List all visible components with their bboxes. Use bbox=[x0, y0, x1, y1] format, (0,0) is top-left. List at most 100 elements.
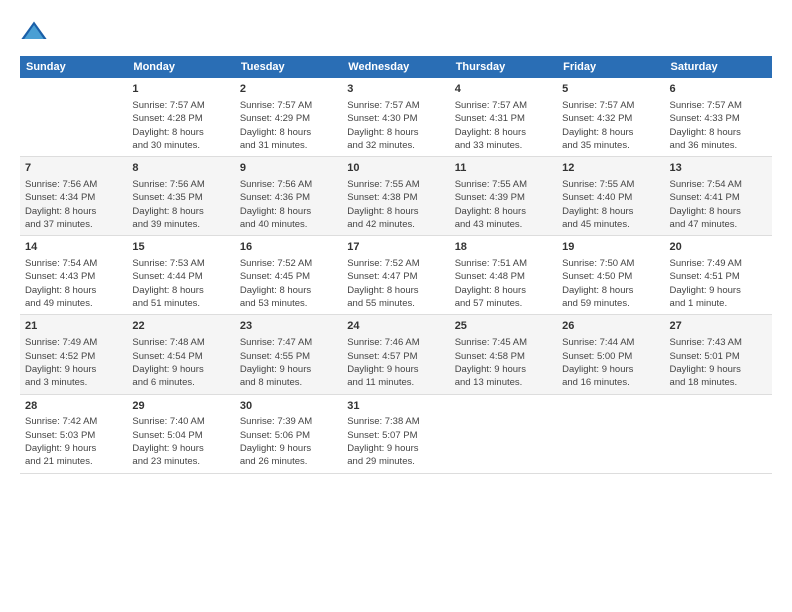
calendar-cell: 16Sunrise: 7:52 AM Sunset: 4:45 PM Dayli… bbox=[235, 236, 342, 315]
logo bbox=[20, 18, 52, 46]
calendar-cell: 9Sunrise: 7:56 AM Sunset: 4:36 PM Daylig… bbox=[235, 157, 342, 236]
week-row-4: 21Sunrise: 7:49 AM Sunset: 4:52 PM Dayli… bbox=[20, 315, 772, 394]
day-number: 23 bbox=[240, 319, 337, 335]
calendar-cell: 31Sunrise: 7:38 AM Sunset: 5:07 PM Dayli… bbox=[342, 394, 449, 473]
col-header-monday: Monday bbox=[127, 56, 234, 78]
week-row-2: 7Sunrise: 7:56 AM Sunset: 4:34 PM Daylig… bbox=[20, 157, 772, 236]
day-info: Sunrise: 7:57 AM Sunset: 4:31 PM Dayligh… bbox=[455, 99, 552, 152]
calendar-cell: 10Sunrise: 7:55 AM Sunset: 4:38 PM Dayli… bbox=[342, 157, 449, 236]
day-number: 5 bbox=[562, 82, 659, 98]
calendar-cell: 2Sunrise: 7:57 AM Sunset: 4:29 PM Daylig… bbox=[235, 78, 342, 157]
day-info: Sunrise: 7:57 AM Sunset: 4:29 PM Dayligh… bbox=[240, 99, 337, 152]
calendar-cell: 11Sunrise: 7:55 AM Sunset: 4:39 PM Dayli… bbox=[450, 157, 557, 236]
day-info: Sunrise: 7:42 AM Sunset: 5:03 PM Dayligh… bbox=[25, 415, 122, 468]
day-number: 22 bbox=[132, 319, 229, 335]
calendar-cell: 8Sunrise: 7:56 AM Sunset: 4:35 PM Daylig… bbox=[127, 157, 234, 236]
day-number: 13 bbox=[670, 161, 767, 177]
day-info: Sunrise: 7:43 AM Sunset: 5:01 PM Dayligh… bbox=[670, 336, 767, 389]
day-info: Sunrise: 7:55 AM Sunset: 4:40 PM Dayligh… bbox=[562, 178, 659, 231]
day-number: 27 bbox=[670, 319, 767, 335]
calendar-cell: 5Sunrise: 7:57 AM Sunset: 4:32 PM Daylig… bbox=[557, 78, 664, 157]
header bbox=[20, 18, 772, 46]
calendar-cell: 7Sunrise: 7:56 AM Sunset: 4:34 PM Daylig… bbox=[20, 157, 127, 236]
day-number: 15 bbox=[132, 240, 229, 256]
day-number: 1 bbox=[132, 82, 229, 98]
calendar-cell: 25Sunrise: 7:45 AM Sunset: 4:58 PM Dayli… bbox=[450, 315, 557, 394]
col-header-saturday: Saturday bbox=[665, 56, 772, 78]
calendar-cell: 20Sunrise: 7:49 AM Sunset: 4:51 PM Dayli… bbox=[665, 236, 772, 315]
calendar-cell: 18Sunrise: 7:51 AM Sunset: 4:48 PM Dayli… bbox=[450, 236, 557, 315]
day-number: 25 bbox=[455, 319, 552, 335]
calendar-cell: 12Sunrise: 7:55 AM Sunset: 4:40 PM Dayli… bbox=[557, 157, 664, 236]
day-info: Sunrise: 7:54 AM Sunset: 4:43 PM Dayligh… bbox=[25, 257, 122, 310]
calendar-cell: 30Sunrise: 7:39 AM Sunset: 5:06 PM Dayli… bbox=[235, 394, 342, 473]
day-number: 16 bbox=[240, 240, 337, 256]
day-info: Sunrise: 7:55 AM Sunset: 4:38 PM Dayligh… bbox=[347, 178, 444, 231]
calendar-cell: 17Sunrise: 7:52 AM Sunset: 4:47 PM Dayli… bbox=[342, 236, 449, 315]
page: SundayMondayTuesdayWednesdayThursdayFrid… bbox=[0, 0, 792, 612]
day-number: 6 bbox=[670, 82, 767, 98]
calendar-cell: 24Sunrise: 7:46 AM Sunset: 4:57 PM Dayli… bbox=[342, 315, 449, 394]
calendar-cell: 15Sunrise: 7:53 AM Sunset: 4:44 PM Dayli… bbox=[127, 236, 234, 315]
calendar-cell bbox=[665, 394, 772, 473]
day-number: 2 bbox=[240, 82, 337, 98]
calendar-cell: 21Sunrise: 7:49 AM Sunset: 4:52 PM Dayli… bbox=[20, 315, 127, 394]
day-info: Sunrise: 7:40 AM Sunset: 5:04 PM Dayligh… bbox=[132, 415, 229, 468]
day-number: 18 bbox=[455, 240, 552, 256]
day-info: Sunrise: 7:54 AM Sunset: 4:41 PM Dayligh… bbox=[670, 178, 767, 231]
day-number: 9 bbox=[240, 161, 337, 177]
calendar-cell: 3Sunrise: 7:57 AM Sunset: 4:30 PM Daylig… bbox=[342, 78, 449, 157]
calendar-cell: 23Sunrise: 7:47 AM Sunset: 4:55 PM Dayli… bbox=[235, 315, 342, 394]
day-info: Sunrise: 7:56 AM Sunset: 4:35 PM Dayligh… bbox=[132, 178, 229, 231]
col-header-friday: Friday bbox=[557, 56, 664, 78]
calendar-cell: 13Sunrise: 7:54 AM Sunset: 4:41 PM Dayli… bbox=[665, 157, 772, 236]
day-info: Sunrise: 7:55 AM Sunset: 4:39 PM Dayligh… bbox=[455, 178, 552, 231]
day-info: Sunrise: 7:38 AM Sunset: 5:07 PM Dayligh… bbox=[347, 415, 444, 468]
col-header-thursday: Thursday bbox=[450, 56, 557, 78]
day-number: 26 bbox=[562, 319, 659, 335]
calendar-cell bbox=[450, 394, 557, 473]
day-number: 30 bbox=[240, 399, 337, 415]
calendar-cell: 28Sunrise: 7:42 AM Sunset: 5:03 PM Dayli… bbox=[20, 394, 127, 473]
header-row: SundayMondayTuesdayWednesdayThursdayFrid… bbox=[20, 56, 772, 78]
day-info: Sunrise: 7:39 AM Sunset: 5:06 PM Dayligh… bbox=[240, 415, 337, 468]
col-header-wednesday: Wednesday bbox=[342, 56, 449, 78]
day-info: Sunrise: 7:49 AM Sunset: 4:52 PM Dayligh… bbox=[25, 336, 122, 389]
day-info: Sunrise: 7:44 AM Sunset: 5:00 PM Dayligh… bbox=[562, 336, 659, 389]
day-number: 11 bbox=[455, 161, 552, 177]
day-info: Sunrise: 7:56 AM Sunset: 4:36 PM Dayligh… bbox=[240, 178, 337, 231]
day-info: Sunrise: 7:50 AM Sunset: 4:50 PM Dayligh… bbox=[562, 257, 659, 310]
day-number: 21 bbox=[25, 319, 122, 335]
day-info: Sunrise: 7:52 AM Sunset: 4:45 PM Dayligh… bbox=[240, 257, 337, 310]
day-info: Sunrise: 7:57 AM Sunset: 4:30 PM Dayligh… bbox=[347, 99, 444, 152]
calendar-cell bbox=[557, 394, 664, 473]
day-number: 28 bbox=[25, 399, 122, 415]
day-info: Sunrise: 7:51 AM Sunset: 4:48 PM Dayligh… bbox=[455, 257, 552, 310]
day-number: 8 bbox=[132, 161, 229, 177]
day-number: 3 bbox=[347, 82, 444, 98]
col-header-tuesday: Tuesday bbox=[235, 56, 342, 78]
col-header-sunday: Sunday bbox=[20, 56, 127, 78]
day-number: 4 bbox=[455, 82, 552, 98]
calendar-cell: 14Sunrise: 7:54 AM Sunset: 4:43 PM Dayli… bbox=[20, 236, 127, 315]
logo-icon bbox=[20, 18, 48, 46]
day-info: Sunrise: 7:46 AM Sunset: 4:57 PM Dayligh… bbox=[347, 336, 444, 389]
day-info: Sunrise: 7:45 AM Sunset: 4:58 PM Dayligh… bbox=[455, 336, 552, 389]
calendar-cell: 19Sunrise: 7:50 AM Sunset: 4:50 PM Dayli… bbox=[557, 236, 664, 315]
day-info: Sunrise: 7:53 AM Sunset: 4:44 PM Dayligh… bbox=[132, 257, 229, 310]
day-info: Sunrise: 7:57 AM Sunset: 4:32 PM Dayligh… bbox=[562, 99, 659, 152]
day-number: 14 bbox=[25, 240, 122, 256]
calendar-cell: 22Sunrise: 7:48 AM Sunset: 4:54 PM Dayli… bbox=[127, 315, 234, 394]
day-info: Sunrise: 7:57 AM Sunset: 4:33 PM Dayligh… bbox=[670, 99, 767, 152]
day-number: 7 bbox=[25, 161, 122, 177]
day-number: 12 bbox=[562, 161, 659, 177]
day-number: 31 bbox=[347, 399, 444, 415]
day-info: Sunrise: 7:52 AM Sunset: 4:47 PM Dayligh… bbox=[347, 257, 444, 310]
calendar-table: SundayMondayTuesdayWednesdayThursdayFrid… bbox=[20, 56, 772, 474]
calendar-cell bbox=[20, 78, 127, 157]
calendar-cell: 4Sunrise: 7:57 AM Sunset: 4:31 PM Daylig… bbox=[450, 78, 557, 157]
day-number: 19 bbox=[562, 240, 659, 256]
calendar-cell: 29Sunrise: 7:40 AM Sunset: 5:04 PM Dayli… bbox=[127, 394, 234, 473]
calendar-cell: 27Sunrise: 7:43 AM Sunset: 5:01 PM Dayli… bbox=[665, 315, 772, 394]
calendar-cell: 6Sunrise: 7:57 AM Sunset: 4:33 PM Daylig… bbox=[665, 78, 772, 157]
